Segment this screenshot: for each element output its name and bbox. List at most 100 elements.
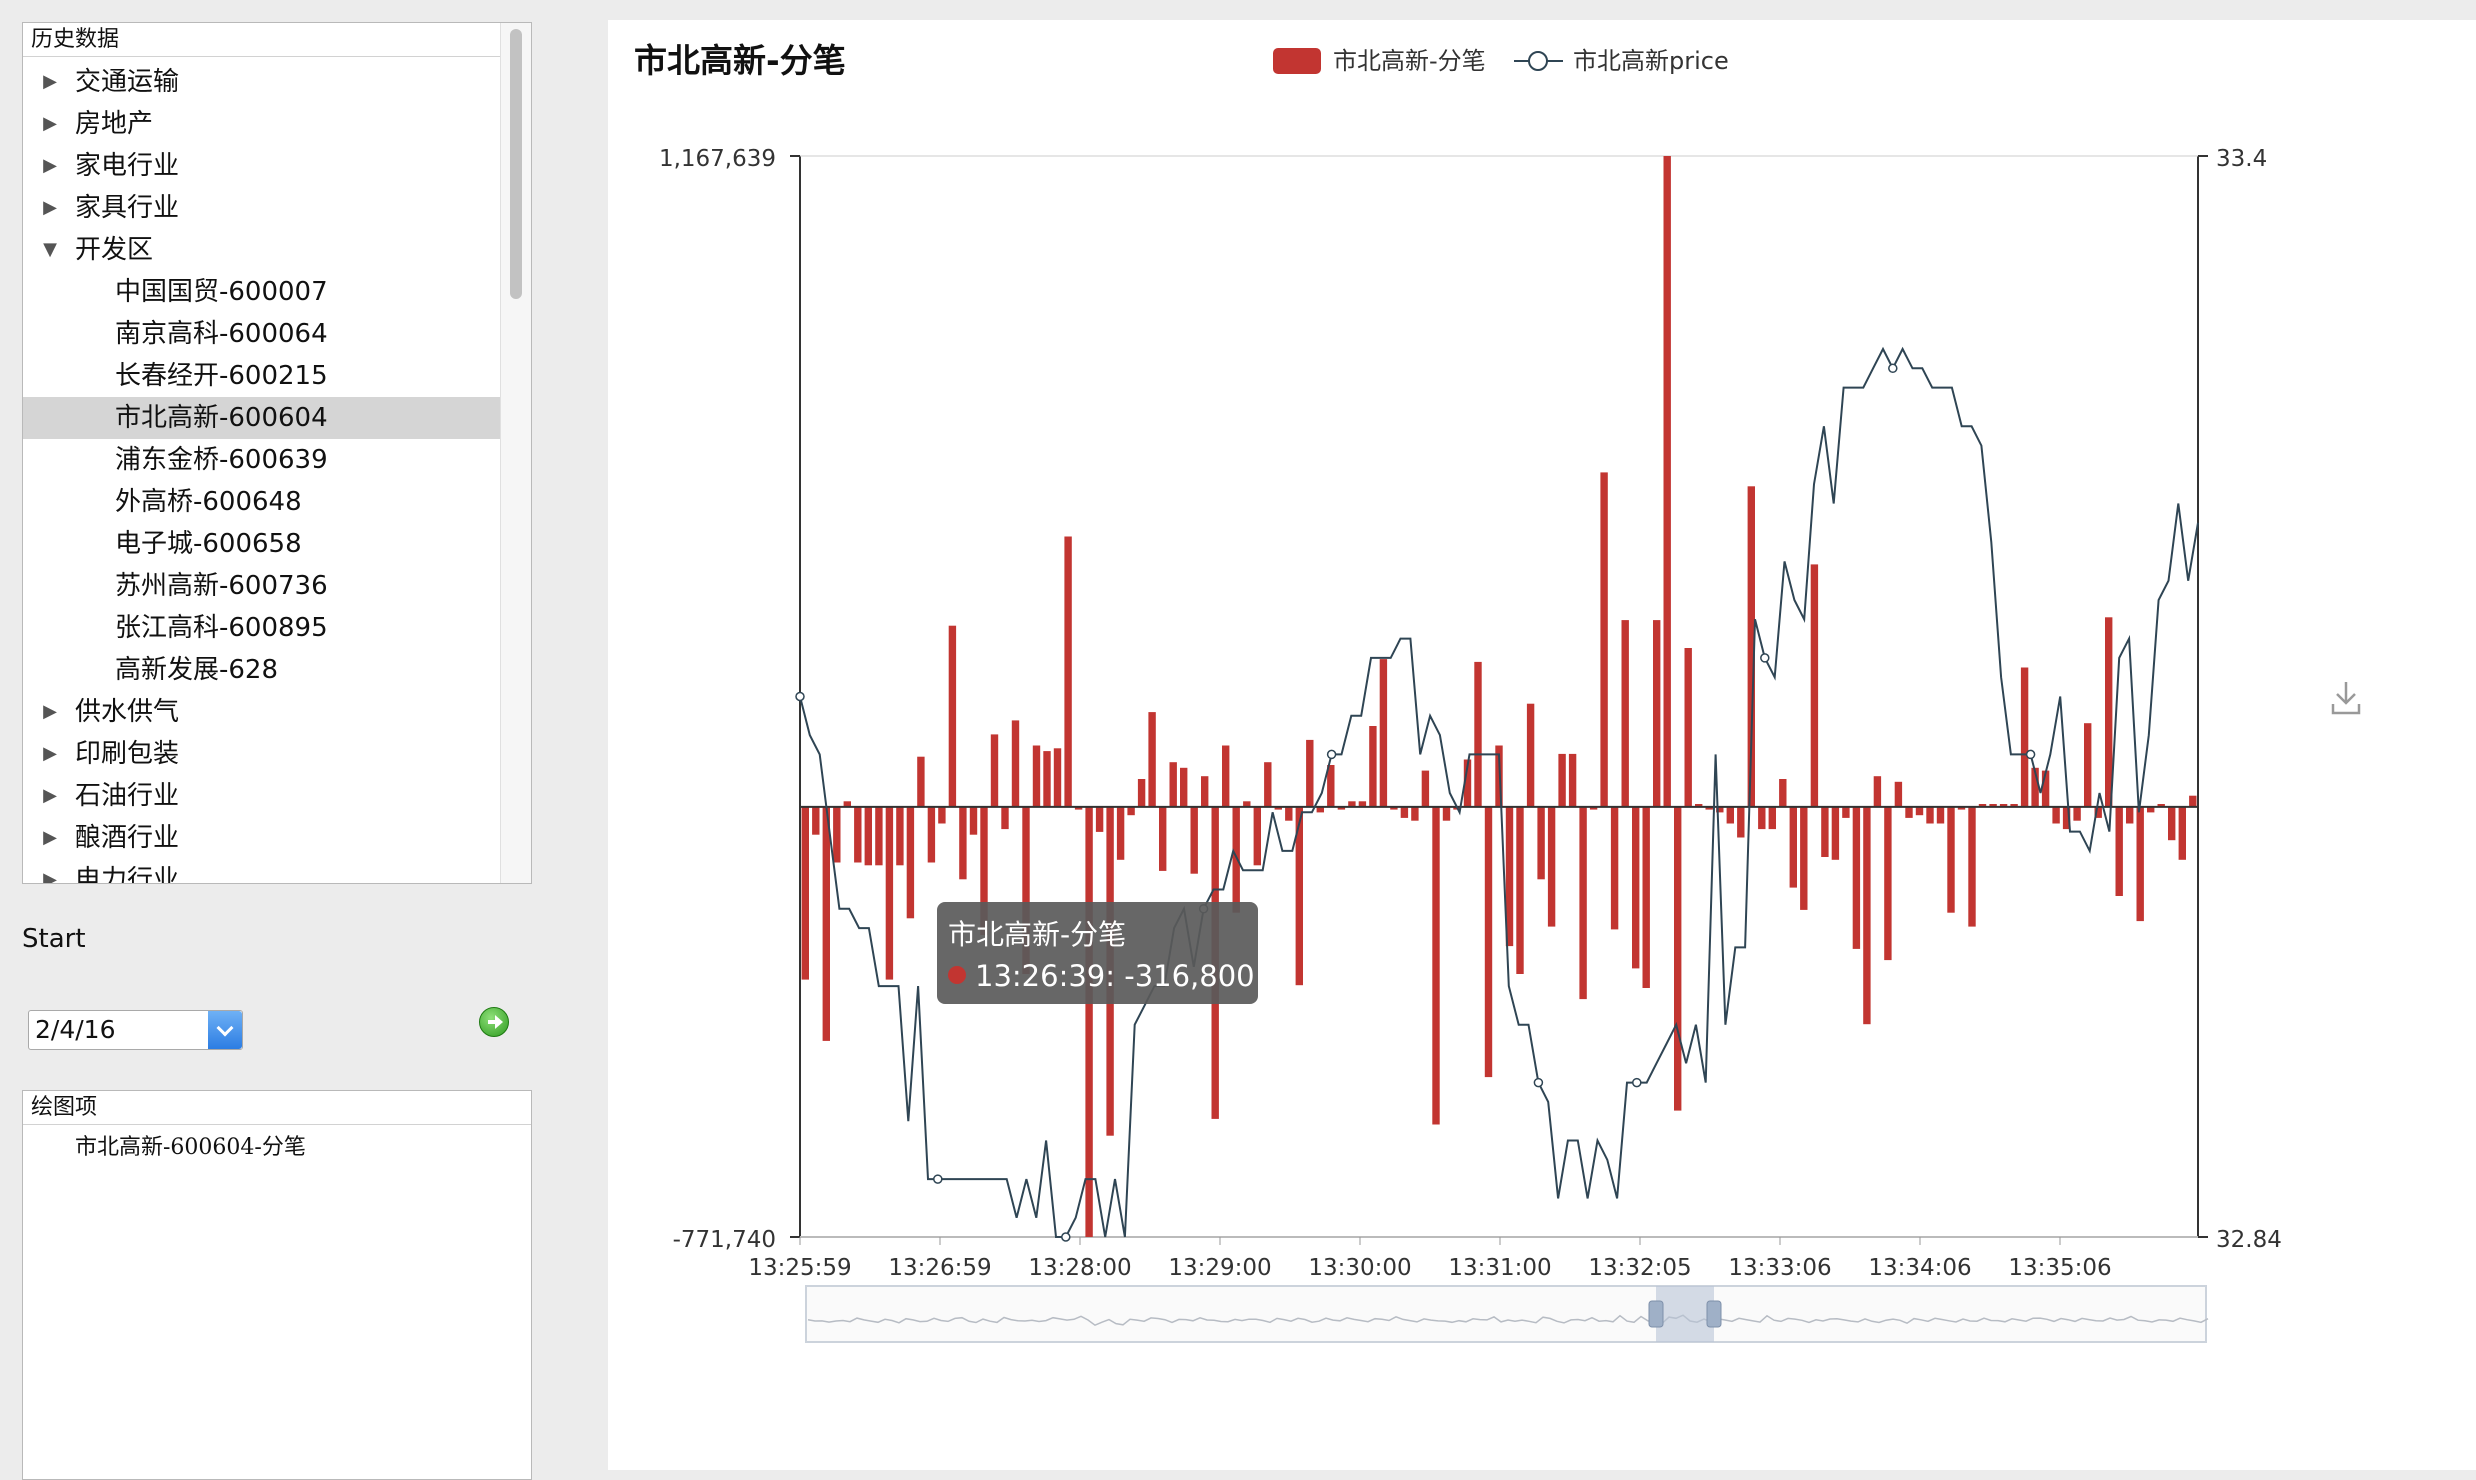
bar[interactable]: [1116, 806, 1125, 860]
bar[interactable]: [1884, 806, 1892, 961]
bar[interactable]: [2168, 806, 2176, 841]
bar[interactable]: [1043, 751, 1051, 807]
bar[interactable]: [1285, 806, 1293, 821]
bar[interactable]: [969, 806, 978, 835]
download-icon[interactable]: [2330, 680, 2362, 716]
bar[interactable]: [1222, 745, 1230, 807]
bar[interactable]: [875, 806, 883, 866]
bar[interactable]: [1632, 806, 1640, 969]
tree-item-category[interactable]: ▶ 房地产: [23, 103, 501, 145]
bar[interactable]: [2178, 806, 2186, 860]
plot-item[interactable]: 市北高新-600604-分笔: [75, 1129, 306, 1161]
triangle-right-icon[interactable]: ▶: [37, 61, 63, 103]
bar[interactable]: [1053, 748, 1062, 807]
price-point[interactable]: [1061, 1232, 1071, 1242]
bar[interactable]: [1600, 472, 1608, 807]
tree-list[interactable]: ▶ 交通运输 ▶ 房地产 ▶ 家电行业 ▶ 家具行业 ▼ 开发区 中国国贸-600007 南京高科-6…: [23, 61, 501, 883]
bar[interactable]: [1190, 806, 1198, 874]
price-point[interactable]: [795, 691, 805, 702]
bar[interactable]: [1779, 779, 1787, 807]
bar[interactable]: [1947, 806, 1955, 913]
bar[interactable]: [2052, 806, 2060, 824]
bar[interactable]: [1674, 806, 1682, 1111]
bar[interactable]: [1894, 781, 1903, 807]
bar[interactable]: [1064, 536, 1072, 807]
bar[interactable]: [1369, 726, 1377, 807]
bar[interactable]: [990, 734, 999, 807]
tree-scrollbar[interactable]: [500, 23, 531, 883]
bar[interactable]: [1032, 745, 1041, 807]
chevron-down-icon[interactable]: [208, 1011, 242, 1049]
bar[interactable]: [1159, 806, 1167, 871]
bar[interactable]: [1526, 703, 1535, 807]
bar[interactable]: [1011, 720, 1020, 807]
bar[interactable]: [812, 806, 820, 835]
bar[interactable]: [2105, 617, 2113, 807]
tree-item-category[interactable]: ▼ 开发区: [23, 229, 501, 271]
tree-item-category[interactable]: ▶ 电力行业: [23, 859, 501, 883]
bar[interactable]: [833, 806, 841, 863]
bar[interactable]: [1148, 712, 1156, 807]
triangle-right-icon[interactable]: ▶: [37, 103, 63, 145]
bar[interactable]: [1758, 806, 1766, 830]
bar[interactable]: [1169, 762, 1177, 807]
triangle-right-icon[interactable]: ▶: [37, 817, 63, 859]
bar[interactable]: [906, 806, 915, 919]
legend-bar-swatch[interactable]: [1273, 48, 1321, 74]
bar[interactable]: [1442, 806, 1451, 821]
bar[interactable]: [959, 806, 967, 880]
bar[interactable]: [2136, 806, 2144, 922]
data-zoom-window[interactable]: [1656, 1286, 1714, 1342]
bar[interactable]: [864, 806, 872, 866]
bar[interactable]: [1831, 806, 1840, 860]
tree-item-stock[interactable]: 南京高科-600064: [23, 313, 501, 355]
data-zoom-slider[interactable]: [805, 1285, 2209, 1343]
bar[interactable]: [1484, 806, 1493, 1078]
bar[interactable]: [1726, 806, 1734, 824]
price-point[interactable]: [2025, 749, 2036, 760]
bar[interactable]: [801, 806, 809, 980]
bar[interactable]: [948, 625, 957, 807]
bar[interactable]: [885, 806, 894, 980]
tree-item-category[interactable]: ▶ 供水供气: [23, 691, 501, 733]
bar[interactable]: [938, 806, 946, 824]
tree-item-stock[interactable]: 苏州高新-600736: [23, 565, 501, 607]
tree-scroll-thumb[interactable]: [510, 29, 522, 299]
tree-item-stock[interactable]: 电子城-600658: [23, 523, 501, 565]
tree-item-stock[interactable]: 张江高科-600895: [23, 607, 501, 649]
tree-item-stock[interactable]: 外高桥-600648: [23, 481, 501, 523]
bar[interactable]: [1968, 806, 1976, 927]
legend-bar-label[interactable]: 市北高新-分笔: [1333, 47, 1486, 75]
price-point[interactable]: [1888, 363, 1898, 374]
price-point[interactable]: [1632, 1077, 1642, 1088]
tree-item-stock[interactable]: 中国国贸-600007: [23, 271, 501, 313]
bar[interactable]: [1400, 806, 1409, 818]
bar[interactable]: [1873, 776, 1882, 807]
bar[interactable]: [1842, 806, 1850, 818]
bar[interactable]: [1180, 767, 1188, 807]
bar[interactable]: [1621, 620, 1629, 807]
bar[interactable]: [2020, 667, 2029, 807]
triangle-right-icon[interactable]: ▶: [37, 187, 63, 229]
bar[interactable]: [854, 806, 862, 863]
history-data-tree[interactable]: 历史数据 ▶ 交通运输 ▶ 房地产 ▶ 家电行业 ▶ 家具行业 ▼ 开发区 中国国贸-600007 南…: [22, 22, 532, 884]
bar[interactable]: [1852, 806, 1861, 949]
tree-item-stock[interactable]: 长春经开-600215: [23, 355, 501, 397]
bar[interactable]: [1201, 776, 1209, 807]
bar[interactable]: [1579, 806, 1587, 1000]
bar[interactable]: [1684, 648, 1692, 807]
bar[interactable]: [1915, 806, 1924, 816]
price-point[interactable]: [1533, 1077, 1544, 1088]
bar[interactable]: [1768, 806, 1776, 830]
tree-item-category[interactable]: ▶ 家具行业: [23, 187, 501, 229]
tree-item-category[interactable]: ▶ 家电行业: [23, 145, 501, 187]
triangle-right-icon[interactable]: ▶: [37, 145, 63, 187]
bar[interactable]: [917, 756, 925, 807]
bar[interactable]: [1800, 806, 1808, 910]
bar[interactable]: [1642, 806, 1650, 988]
bar-series[interactable]: [801, 156, 2197, 1237]
tree-item-category[interactable]: ▶ 交通运输: [23, 61, 501, 103]
bar[interactable]: [1663, 156, 1671, 807]
tree-item-category[interactable]: ▶ 石油行业: [23, 775, 501, 817]
go-arrow-icon[interactable]: [479, 1007, 509, 1037]
